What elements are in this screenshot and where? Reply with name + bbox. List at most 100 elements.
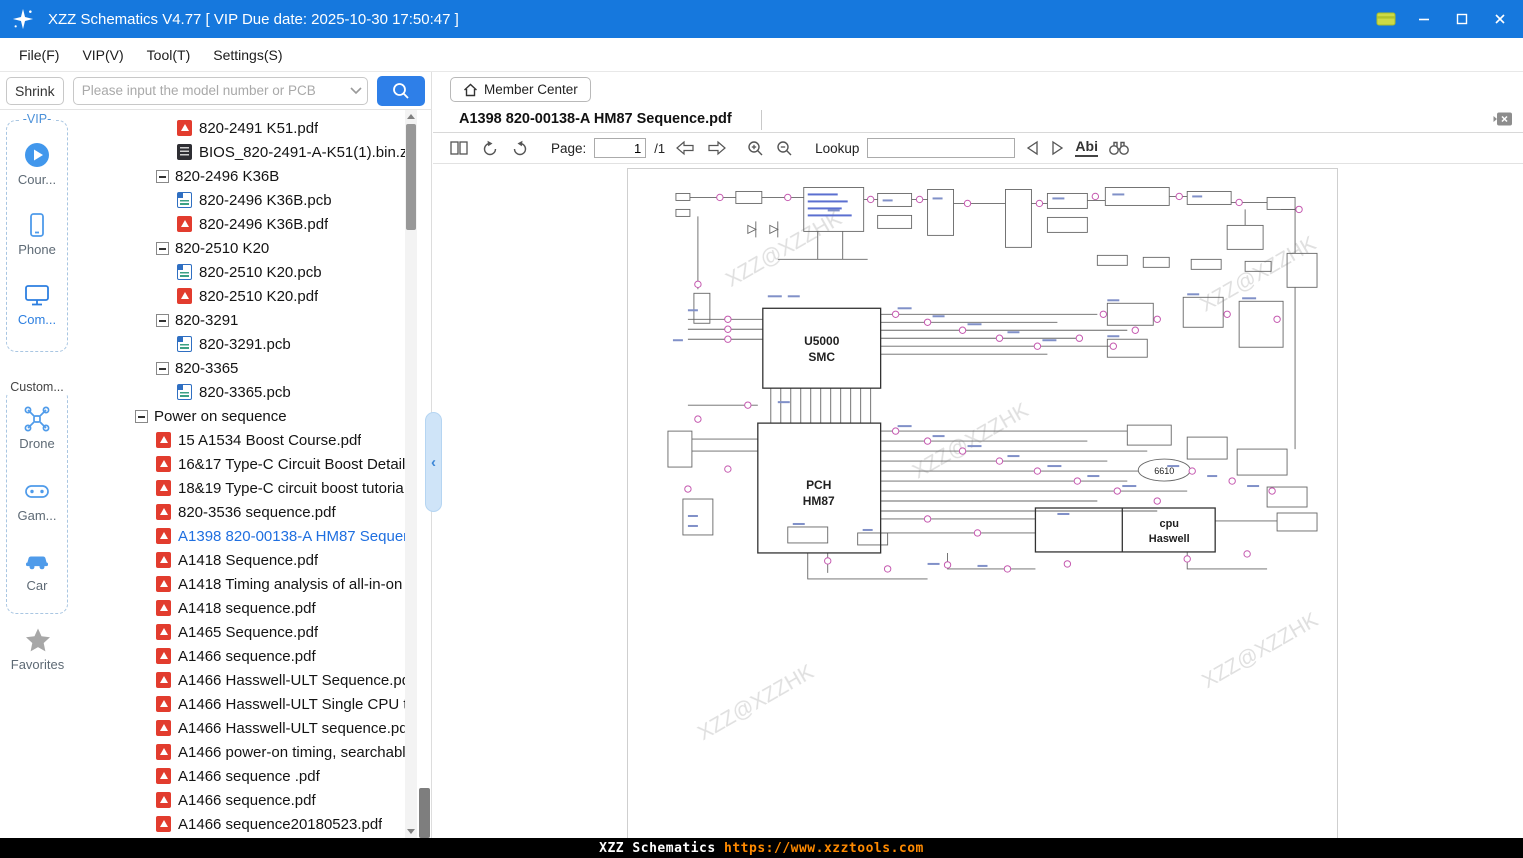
search-all-button[interactable] [1106,138,1132,158]
tree-item[interactable]: 820-2491 K51.pdf [75,116,405,140]
home-icon [464,83,477,96]
scroll-up-arrow-icon[interactable] [405,110,417,123]
collapse-minus-icon[interactable] [156,169,169,183]
vip-card-icon[interactable] [1375,8,1397,30]
tree-item[interactable]: 820-2496 K36B.pcb [75,188,405,212]
tree-item-label: A1466 Hasswell-ULT Sequence.pdf [178,671,405,689]
tree-scrollbar-thumb[interactable] [406,124,416,230]
collapse-minus-icon[interactable] [156,361,169,375]
tree-item-label: 820-3365.pcb [199,383,291,401]
file-type-icon [177,336,192,352]
sidebar-item-games[interactable]: Gam... [7,477,67,523]
tree-item-label: A1418 Timing analysis of all-in-on [178,575,403,593]
sidebar-item-phone[interactable]: Phone [7,211,67,257]
collapse-minus-icon[interactable] [156,241,169,255]
member-center-button[interactable]: Member Center [450,77,591,102]
sidebar-item-drone[interactable]: Drone [7,405,67,451]
model-search-combobox[interactable] [72,76,368,105]
rotate-left-button[interactable] [479,138,501,158]
tree-item[interactable]: A1466 sequence .pdf [75,764,405,788]
tree-item[interactable]: 820-3291 [75,308,405,332]
tree-item[interactable]: 15 A1534 Boost Course.pdf [75,428,405,452]
tree-item[interactable]: A1466 sequence.pdf [75,644,405,668]
part-6610-label: 6610 [1154,466,1174,476]
pdf-toolbar: Page: /1 Lookup Abi [433,133,1523,164]
tree-item[interactable]: A1466 Hasswell-ULT sequence.pdf [75,716,405,740]
panel-splitter-handle[interactable]: ‹ [425,412,442,512]
menu-tool[interactable]: Tool(T) [143,45,195,65]
tree-item[interactable]: A1465 Sequence.pdf [75,620,405,644]
drone-icon [24,406,50,432]
sidebar-item-favorites[interactable]: Favorites [0,626,75,672]
menu-settings[interactable]: Settings(S) [209,45,286,65]
close-document-button[interactable] [1493,111,1513,132]
app-logo-icon [12,8,34,30]
tree-item[interactable]: 820-3291.pcb [75,332,405,356]
search-button[interactable] [377,75,425,106]
minimize-button[interactable] [1413,8,1435,30]
model-search-input[interactable] [73,83,345,98]
tree-item[interactable]: A1466 power-on timing, searchabl [75,740,405,764]
zoom-in-button[interactable] [745,138,766,159]
tree-item[interactable]: A1418 Sequence.pdf [75,548,405,572]
tree-item[interactable]: 820-2510 K20.pcb [75,260,405,284]
tree-item[interactable]: 820-2496 K36B.pdf [75,212,405,236]
tree-item[interactable]: 820-2496 K36B [75,164,405,188]
main-content: Member Center A1398 820-00138-A HM87 Seq… [433,72,1523,838]
zoom-out-button[interactable] [774,138,795,159]
scroll-down-arrow-icon[interactable] [405,825,417,838]
two-page-view-button[interactable] [447,138,471,158]
tree-item[interactable]: A1398 820-00138-A HM87 Sequen [75,524,405,548]
tree-item[interactable]: A1466 sequence.pdf [75,788,405,812]
tree-item[interactable]: 18&19 Type-C circuit boost tutoria [75,476,405,500]
maximize-button[interactable] [1451,8,1473,30]
collapse-minus-icon[interactable] [135,409,148,423]
search-icon [393,82,409,99]
tree-item[interactable]: A1466 Hasswell-ULT Single CPU tir [75,692,405,716]
close-tab-icon [1493,112,1512,126]
file-type-icon [156,792,171,808]
tree-item[interactable]: Power on sequence [75,404,405,428]
watermark: XZZ@XZZHK [694,660,818,745]
shrink-button[interactable]: Shrink [6,76,64,105]
gamepad-icon [25,485,49,498]
outer-scrollbar-thumb[interactable] [419,788,430,838]
status-app-name: XZZ Schematics [599,840,725,856]
next-page-button[interactable] [705,138,729,158]
sidebar-item-computer[interactable]: Com... [7,281,67,327]
tree-item-label: Power on sequence [154,407,287,425]
collapse-minus-icon[interactable] [156,313,169,327]
tree-item[interactable]: BIOS_820-2491-A-K51(1).bin.zip [75,140,405,164]
tree-scrollbar[interactable] [405,110,417,838]
sidebar-item-course[interactable]: Cour... [7,141,67,187]
menu-vip[interactable]: VIP(V) [78,45,127,65]
lookup-input[interactable] [867,138,1016,158]
close-button[interactable] [1489,8,1511,30]
sidebar-item-car[interactable]: Car [7,547,67,593]
tree-item[interactable]: 820-3536 sequence.pdf [75,500,405,524]
tree-item[interactable]: 16&17 Type-C Circuit Boost Detaile [75,452,405,476]
find-next-button[interactable] [1049,138,1067,158]
tree-item[interactable]: A1418 sequence.pdf [75,596,405,620]
chevron-down-icon[interactable] [345,86,367,95]
cpu-block-label-1: cpu [1159,518,1179,530]
rotate-right-button[interactable] [509,138,531,158]
tree-item-label: A1466 sequence20180523.pdf [178,815,383,833]
tree-item[interactable]: 820-2510 K20.pdf [75,284,405,308]
tree-item[interactable]: 820-3365.pcb [75,380,405,404]
document-tab[interactable]: A1398 820-00138-A HM87 Sequence.pdf [459,111,732,127]
tree-item[interactable]: A1466 sequence20180523.pdf [75,812,405,836]
window-title: XZZ Schematics V4.77 [ VIP Due date: 202… [48,10,459,28]
tree-item-label: BIOS_820-2491-A-K51(1).bin.zip [199,143,405,161]
pdf-viewer[interactable]: XZZ@XZZHK XZZ@XZZHK XZZ@XZZHK XZZ@XZZHK … [433,164,1523,838]
find-previous-button[interactable] [1023,138,1041,158]
menu-file[interactable]: File(F) [15,45,63,65]
status-website-url: https://www.xzztools.com [724,840,924,856]
previous-page-button[interactable] [673,138,697,158]
tree-item[interactable]: A1418 Timing analysis of all-in-on [75,572,405,596]
page-number-input[interactable] [594,138,647,158]
match-case-toggle[interactable]: Abi [1075,138,1098,157]
tree-item[interactable]: 820-3365 [75,356,405,380]
tree-item[interactable]: A1466 Hasswell-ULT Sequence.pdf [75,668,405,692]
tree-item[interactable]: 820-2510 K20 [75,236,405,260]
